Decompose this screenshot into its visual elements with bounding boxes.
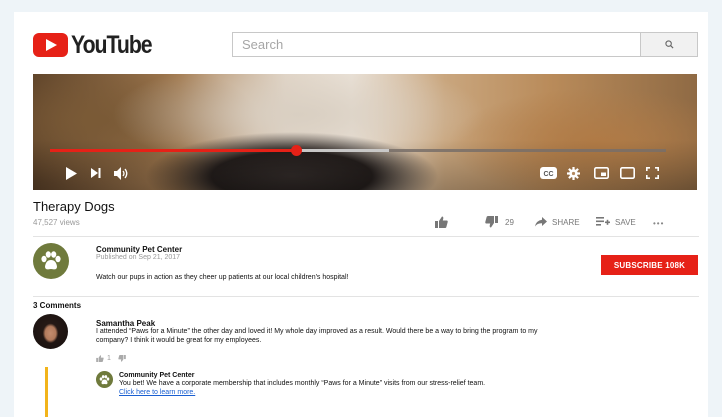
- volume-button[interactable]: [113, 166, 129, 180]
- play-button[interactable]: [64, 166, 78, 180]
- dislike-count: 29: [505, 217, 514, 227]
- video-title: Therapy Dogs: [33, 199, 115, 214]
- reply-author[interactable]: Community Pet Center: [119, 372, 194, 379]
- divider: [33, 236, 699, 237]
- save-label: SAVE: [615, 217, 636, 227]
- paw-icon: [99, 374, 110, 384]
- youtube-logo[interactable]: YouTube: [33, 31, 166, 59]
- channel-avatar[interactable]: [33, 243, 69, 279]
- save-button[interactable]: SAVE: [596, 215, 636, 229]
- search-icon: [664, 40, 674, 49]
- publish-date: Published on Sep 21, 2017: [96, 254, 181, 261]
- learn-more-link[interactable]: Click here to learn more.: [119, 389, 195, 396]
- divider: [33, 296, 699, 297]
- logo-text: YouTube: [71, 30, 153, 59]
- more-actions-button[interactable]: •••: [653, 216, 664, 230]
- settings-button[interactable]: [566, 166, 580, 180]
- comment-author[interactable]: Samantha Peak: [96, 319, 155, 328]
- captions-icon: CC: [539, 167, 557, 179]
- search-input[interactable]: [232, 32, 641, 57]
- played-progress: [50, 149, 297, 152]
- scrubber-handle[interactable]: [291, 145, 303, 156]
- fullscreen-icon: [646, 167, 659, 179]
- view-count: 47,527 views: [33, 218, 80, 227]
- share-label: SHARE: [552, 217, 580, 227]
- miniplayer-button[interactable]: [593, 166, 609, 180]
- captions-button[interactable]: CC: [539, 166, 557, 180]
- thumbs-down-icon: [485, 216, 498, 228]
- share-button[interactable]: SHARE: [535, 215, 580, 229]
- subscribe-button[interactable]: SUBSCRIBE 108K: [601, 255, 698, 275]
- thumbs-down-icon: [118, 354, 126, 362]
- channel-name[interactable]: Community Pet Center: [96, 245, 182, 254]
- share-icon: [535, 217, 547, 227]
- fullscreen-button[interactable]: [645, 166, 660, 180]
- video-player[interactable]: CC: [33, 74, 697, 190]
- play-icon: [66, 166, 77, 180]
- search-button[interactable]: [640, 32, 698, 57]
- thumbs-up-icon: [435, 216, 448, 228]
- dislike-button[interactable]: 29: [485, 215, 514, 229]
- paw-icon: [41, 251, 61, 270]
- comment-dislike-button[interactable]: [118, 354, 126, 362]
- next-button[interactable]: [90, 167, 102, 179]
- like-button[interactable]: [435, 215, 448, 229]
- volume-icon: [113, 166, 127, 180]
- theater-icon: [619, 167, 635, 179]
- reply-avatar[interactable]: [96, 371, 113, 388]
- page-frame: YouTube CC: [14, 12, 708, 417]
- video-description: Watch our pups in action as they cheer u…: [96, 274, 349, 281]
- progress-bar[interactable]: [50, 145, 666, 156]
- comment-like-count: 1: [107, 354, 111, 362]
- add-to-playlist-icon: [596, 217, 610, 226]
- settings-icon: [566, 166, 580, 180]
- comments-count: 3 Comments: [33, 301, 82, 310]
- captions-label: CC: [543, 171, 553, 178]
- play-logo-icon: [33, 33, 68, 57]
- miniplayer-icon: [593, 167, 609, 179]
- thumbs-up-icon: [96, 354, 104, 362]
- more-icon: •••: [653, 218, 665, 228]
- comment-like-button[interactable]: 1: [96, 355, 111, 362]
- theater-mode-button[interactable]: [619, 166, 635, 180]
- reply-thread-indicator: [45, 367, 48, 417]
- comment-text: I attended “Paws for a Minute” the other…: [96, 328, 538, 344]
- commenter-avatar[interactable]: [33, 314, 68, 349]
- next-icon: [91, 168, 101, 178]
- comment-votes: 1: [96, 353, 126, 363]
- reply-text: You bet! We have a corporate membership …: [119, 380, 486, 387]
